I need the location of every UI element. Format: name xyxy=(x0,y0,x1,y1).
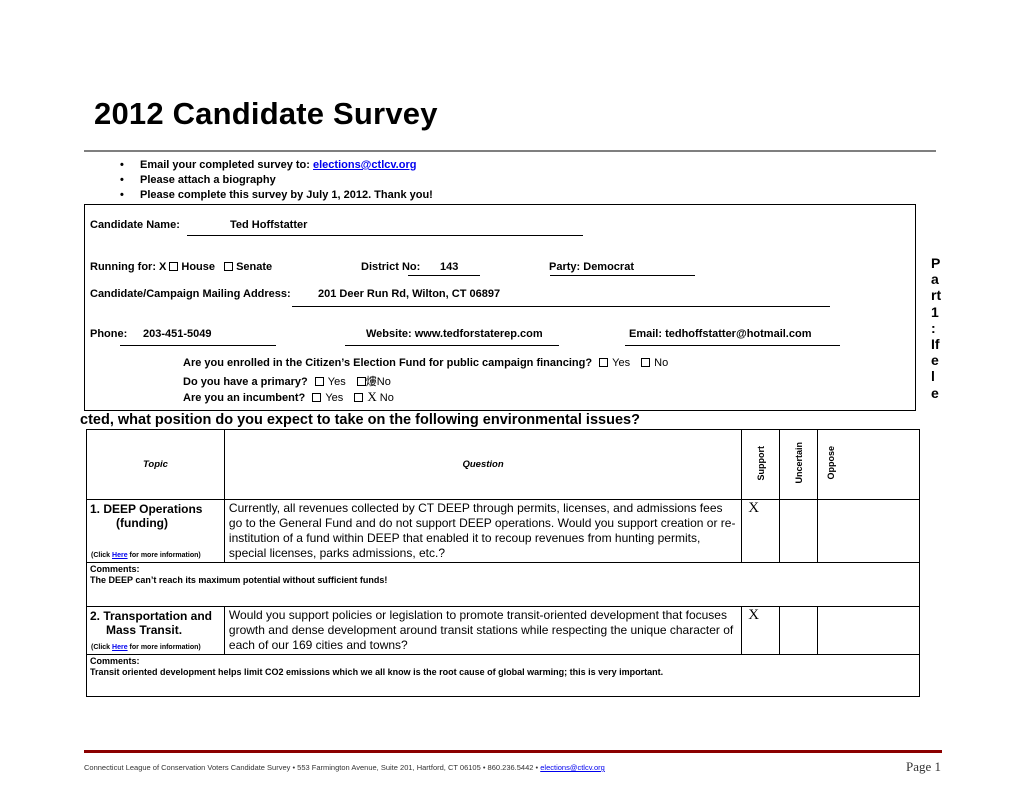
candidate-name-underline xyxy=(187,235,583,236)
district-underline xyxy=(408,275,480,276)
address-underline xyxy=(292,306,830,307)
question-cell: Currently, all revenues collected by CT … xyxy=(223,499,743,563)
primary-mark: 熡 xyxy=(365,376,377,388)
page-number: Page 1 xyxy=(906,759,942,774)
uncertain-cell[interactable] xyxy=(779,606,819,655)
question-cell: Would you support policies or legislatio… xyxy=(223,606,743,655)
candidate-name-label: Candidate Name: xyxy=(90,219,180,231)
side-heading-line: e xyxy=(931,384,939,401)
more-info-link[interactable]: Here xyxy=(112,552,128,559)
senate-checkbox[interactable] xyxy=(224,262,234,271)
side-heading-line: P xyxy=(931,255,941,271)
primary-yes-checkbox[interactable] xyxy=(314,377,324,386)
support-cell[interactable]: X xyxy=(741,606,781,655)
header-oppose: Oppose xyxy=(826,446,837,480)
party-underline xyxy=(550,275,695,276)
party-field[interactable]: Party: Democrat xyxy=(549,261,634,273)
incumbent-yes-checkbox[interactable] xyxy=(312,393,322,402)
topic-cell: 1. DEEP Operations (funding) (Click Here… xyxy=(86,499,225,563)
part1-side-heading: Pa rt 1: If e l e xyxy=(931,255,941,401)
address-label: Candidate/Campaign Mailing Address: xyxy=(90,288,291,300)
more-info-link[interactable]: Here xyxy=(112,644,128,651)
phone-underline xyxy=(120,345,276,346)
election-fund-question: Are you enrolled in the Citizen’s Electi… xyxy=(183,357,669,369)
table-row: 2. Transportation and Mass Transit. (Cli… xyxy=(86,606,920,655)
comment-cell[interactable]: Comments: Transit oriented development h… xyxy=(86,654,920,697)
header-topic: Topic xyxy=(86,429,225,500)
support-cell[interactable]: X xyxy=(741,499,781,563)
header-question: Question xyxy=(223,429,743,500)
primary-question: Do you have a primary? Yes 熡No xyxy=(183,376,391,388)
district-label: District No: xyxy=(361,261,421,273)
header-uncertain: Uncertain xyxy=(793,442,804,484)
footer-divider xyxy=(84,750,942,753)
side-heading-line: If xyxy=(931,336,940,353)
footer-text: Connecticut League of Conservation Voter… xyxy=(84,763,605,772)
election-fund-yes-checkbox[interactable] xyxy=(599,358,609,367)
phone-value[interactable]: 203-451-5049 xyxy=(143,328,212,340)
incumbent-no-checkbox[interactable] xyxy=(354,393,364,402)
house-checkbox[interactable] xyxy=(169,262,179,271)
running-for-field: Running for: X House Senate xyxy=(90,261,273,273)
header-support: Support xyxy=(755,445,766,481)
instruction-deadline: Please complete this survey by July 1, 2… xyxy=(120,188,433,203)
table-header-row: Topic Question Support Uncertain Oppose xyxy=(86,429,920,500)
email-underline xyxy=(625,345,840,346)
primary-no-checkbox[interactable] xyxy=(356,377,366,386)
instructions-list: Email your completed survey to: election… xyxy=(120,158,433,203)
candidate-name-value[interactable]: Ted Hoffstatter xyxy=(230,219,307,231)
comment-row: Comments: Transit oriented development h… xyxy=(86,654,920,697)
side-heading-line: l xyxy=(931,368,935,385)
instruction-biography: Please attach a biography xyxy=(120,173,433,188)
incumbent-question: Are you an incumbent? Yes X No xyxy=(183,389,394,404)
address-value[interactable]: 201 Deer Run Rd, Wilton, CT 06897 xyxy=(318,288,500,300)
comment-cell[interactable]: Comments: The DEEP can’t reach its maxim… xyxy=(86,562,920,607)
topic-cell: 2. Transportation and Mass Transit. (Cli… xyxy=(86,606,225,655)
section-heading: cted, what position do you expect to tak… xyxy=(80,412,640,428)
side-heading-line: a xyxy=(931,271,939,288)
uncertain-cell[interactable] xyxy=(779,499,819,563)
website-underline xyxy=(345,345,559,346)
email-field[interactable]: Email: tedhoffstatter@hotmail.com xyxy=(629,328,811,340)
email-link[interactable]: elections@ctlcv.org xyxy=(313,159,416,171)
side-heading-line: : xyxy=(931,319,936,336)
side-heading-line: rt xyxy=(931,287,942,304)
side-heading-line: 1 xyxy=(931,303,939,320)
page-title: 2012 Candidate Survey xyxy=(94,96,438,131)
table-row: 1. DEEP Operations (funding) (Click Here… xyxy=(86,499,920,563)
side-heading-line: e xyxy=(931,352,939,369)
incumbent-mark: X xyxy=(367,389,377,404)
election-fund-no-checkbox[interactable] xyxy=(641,358,651,367)
district-value[interactable]: 143 xyxy=(440,261,458,273)
title-divider xyxy=(84,150,936,152)
environmental-issues-table: Topic Question Support Uncertain Oppose … xyxy=(86,429,920,697)
oppose-cell[interactable] xyxy=(817,499,920,563)
oppose-cell[interactable] xyxy=(817,606,920,655)
footer-email-link[interactable]: elections@ctlcv.org xyxy=(540,763,605,772)
comment-row: Comments: The DEEP can’t reach its maxim… xyxy=(86,562,920,607)
phone-label: Phone: xyxy=(90,328,128,340)
website-field[interactable]: Website: www.tedforstaterep.com xyxy=(366,328,543,340)
instruction-email: Email your completed survey to: election… xyxy=(120,158,433,173)
more-info-note: (Click Here for more information) xyxy=(91,644,201,651)
more-info-note: (Click Here for more information) xyxy=(91,552,201,559)
